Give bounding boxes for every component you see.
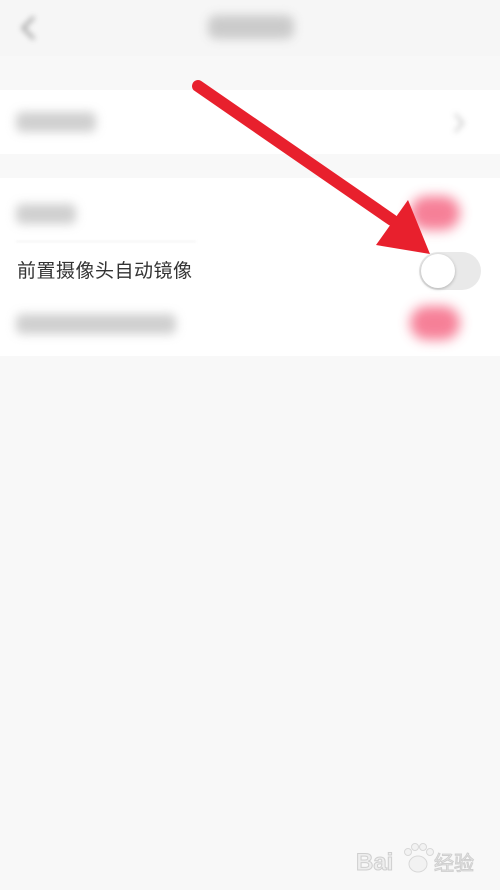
row-label-blurred <box>16 204 76 224</box>
row-label-blurred <box>16 112 96 132</box>
toggle-switch-blurred[interactable] <box>410 196 460 230</box>
toggle-knob <box>421 254 455 288</box>
settings-section-1 <box>0 90 500 154</box>
baidu-jingyan-watermark: Bai 经验 <box>352 838 492 882</box>
header-bar <box>0 0 500 56</box>
settings-row-blurred-2[interactable] <box>0 178 500 242</box>
front-camera-mirror-toggle[interactable] <box>419 252 481 290</box>
front-camera-mirror-label: 前置摄像头自动镜像 <box>17 260 193 282</box>
chevron-right-icon <box>452 110 466 136</box>
divider <box>16 241 196 242</box>
watermark-suffix: 经验 <box>434 851 474 875</box>
settings-row-blurred-1[interactable] <box>0 90 500 154</box>
toggle-switch-blurred[interactable] <box>410 306 460 340</box>
watermark-brand: Bai <box>356 849 393 876</box>
back-arrow-icon[interactable] <box>18 14 40 42</box>
settings-row-blurred-3[interactable] <box>0 294 500 356</box>
row-label-blurred <box>16 314 176 334</box>
page-title-blurred <box>208 15 294 39</box>
